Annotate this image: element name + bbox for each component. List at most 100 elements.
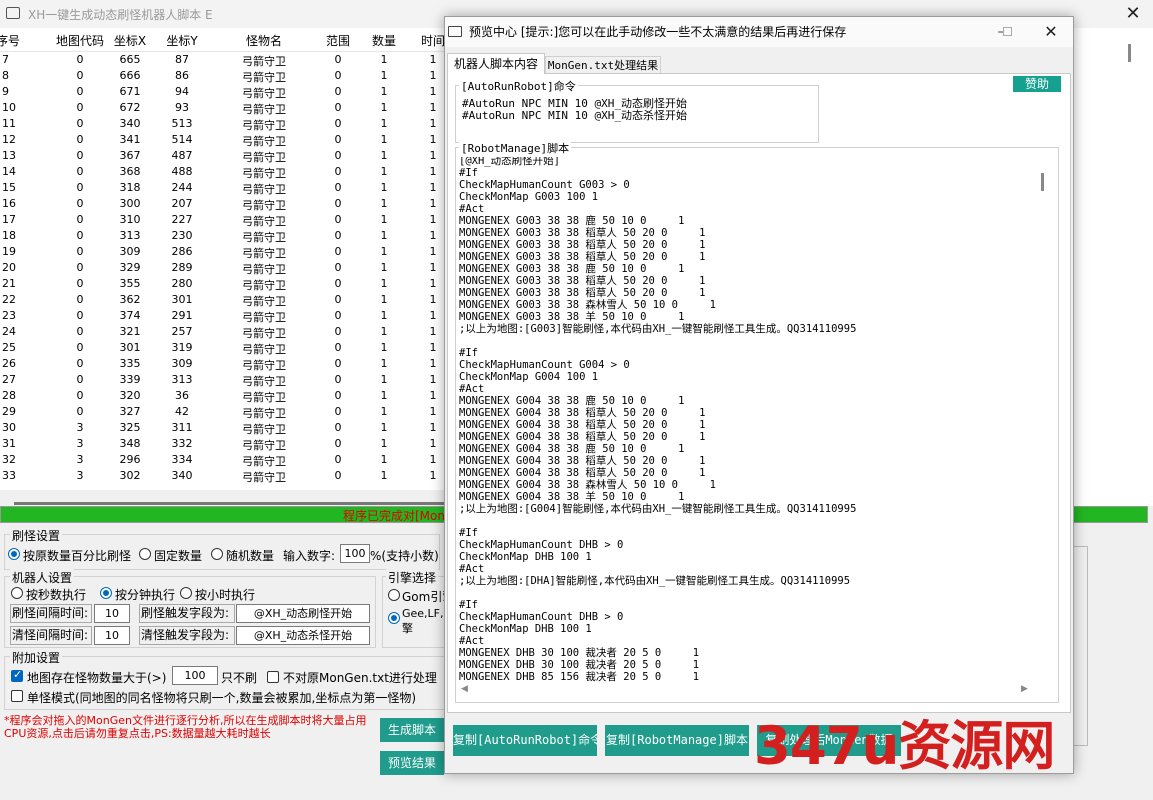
radio-fixed[interactable] xyxy=(139,548,151,560)
table-cell: 28 xyxy=(2,389,16,402)
table-cell: 1 xyxy=(380,165,388,178)
table-row[interactable]: 26 0 335 309 弓箭守卫 0 1 1 xyxy=(0,356,444,372)
table-row[interactable]: 15 0 318 244 弓箭守卫 0 1 1 xyxy=(0,180,444,196)
table-row[interactable]: 25 0 301 319 弓箭守卫 0 1 1 xyxy=(0,340,444,356)
table-cell: 弓箭守卫 xyxy=(242,311,286,324)
table-row[interactable]: 7 0 665 87 弓箭守卫 0 1 1 xyxy=(0,52,444,68)
table-cell: 0 xyxy=(76,213,84,226)
table-row[interactable]: 31 3 348 332 弓箭守卫 0 1 1 xyxy=(0,436,444,452)
radio-hours[interactable] xyxy=(180,587,192,599)
table-row[interactable]: 12 0 341 514 弓箭守卫 0 1 1 xyxy=(0,132,444,148)
table-cell: 0 xyxy=(76,277,84,290)
table-cell: 弓箭守卫 xyxy=(242,247,286,260)
table-cell: 87 xyxy=(175,53,189,66)
table-row[interactable]: 27 0 339 313 弓箭守卫 0 1 1 xyxy=(0,372,444,388)
dialog-close-icon[interactable]: ✕ xyxy=(1039,21,1063,43)
table-cell: 1 xyxy=(380,181,388,194)
table-cell: 1 xyxy=(380,197,388,210)
copy-autorun-button[interactable]: 复制[AutoRunRobot]命令 xyxy=(453,725,597,756)
table-row[interactable]: 11 0 340 513 弓箭守卫 0 1 1 xyxy=(0,116,444,132)
table-row[interactable]: 20 0 329 289 弓箭守卫 0 1 1 xyxy=(0,260,444,276)
table-row[interactable]: 16 0 300 207 弓箭守卫 0 1 1 xyxy=(0,196,444,212)
table-cell: 321 xyxy=(119,325,141,338)
main-close-icon[interactable]: ✕ xyxy=(1118,4,1148,24)
table-row[interactable]: 14 0 368 488 弓箭守卫 0 1 1 xyxy=(0,164,444,180)
robotmanage-textarea[interactable]: [@XH_动态刷怪开始] #If CheckMapHumanCount G003… xyxy=(457,157,1051,683)
table-cell: 0 xyxy=(76,245,84,258)
radio-minutes[interactable] xyxy=(100,587,112,599)
radio-fixed-label: 固定数量 xyxy=(154,549,203,563)
table-cell: 1 xyxy=(429,437,437,450)
table-cell: 弓箭守卫 xyxy=(242,183,286,196)
scroll-left-icon[interactable]: ◀ xyxy=(461,684,468,694)
no-process-label: 不对原MonGen.txt进行处理 xyxy=(283,671,437,685)
table-cell: 0 xyxy=(334,309,342,322)
clear-interval-input[interactable]: 10 xyxy=(94,626,130,645)
table-row[interactable]: 32 3 296 334 弓箭守卫 0 1 1 xyxy=(0,452,444,468)
scroll-right-icon[interactable]: ▶ xyxy=(1021,684,1028,694)
table-row[interactable]: 28 0 320 36 弓箭守卫 0 1 1 xyxy=(0,388,444,404)
single-mode-checkbox[interactable] xyxy=(11,690,23,702)
refresh-trigger-input[interactable]: @XH_动态刷怪开始 xyxy=(236,604,370,623)
table-cell: 0 xyxy=(76,69,84,82)
generate-script-button[interactable]: 生成脚本 xyxy=(380,718,444,742)
radio-gom[interactable] xyxy=(388,589,400,601)
column-header[interactable]: 地图代码 xyxy=(44,32,116,49)
column-header[interactable]: 数量 xyxy=(364,32,404,49)
script-scrollbar-thumb[interactable] xyxy=(1041,173,1044,191)
table-cell: 0 xyxy=(334,85,342,98)
no-process-checkbox[interactable] xyxy=(267,671,279,683)
table-row[interactable]: 18 0 313 230 弓箭守卫 0 1 1 xyxy=(0,228,444,244)
table-row[interactable]: 24 0 321 257 弓箭守卫 0 1 1 xyxy=(0,324,444,340)
tab-mongen-result[interactable]: MonGen.txt处理结果 xyxy=(545,56,661,74)
table-cell: 1 xyxy=(380,213,388,226)
table-cell: 3 xyxy=(76,437,84,450)
column-header[interactable]: 时间 xyxy=(418,32,444,49)
table-cell: 286 xyxy=(171,245,193,258)
table-cell: 341 xyxy=(119,133,141,146)
table-row[interactable]: 29 0 327 42 弓箭守卫 0 1 1 xyxy=(0,404,444,420)
number-input[interactable]: 100 xyxy=(340,544,370,563)
table-cell: 0 xyxy=(334,405,342,418)
radio-percent[interactable] xyxy=(8,548,20,560)
column-header[interactable]: 序号 xyxy=(0,32,24,49)
vertical-scrollbar-thumb[interactable] xyxy=(1128,44,1131,62)
clear-trigger-input[interactable]: @XH_动态杀怪开始 xyxy=(236,626,370,645)
table-cell: 301 xyxy=(171,293,193,306)
copy-robotmanage-button[interactable]: 复制[RobotManage]脚本 xyxy=(605,725,749,756)
skip-refresh-checkbox[interactable] xyxy=(11,668,23,682)
radio-random[interactable] xyxy=(211,548,223,560)
table-row[interactable]: 22 0 362 301 弓箭守卫 0 1 1 xyxy=(0,292,444,308)
autorun-textarea[interactable]: #AutoRun NPC MIN 10 @XH_动态刷怪开始 #AutoRun … xyxy=(459,95,811,135)
table-row[interactable]: 10 0 672 93 弓箭守卫 0 1 1 xyxy=(0,100,444,116)
table-row[interactable]: 17 0 310 227 弓箭守卫 0 1 1 xyxy=(0,212,444,228)
table-row[interactable]: 9 0 671 94 弓箭守卫 0 1 1 xyxy=(0,84,444,100)
table-cell: 0 xyxy=(334,325,342,338)
table-scrollbar-thumb[interactable] xyxy=(14,502,444,505)
table-cell: 1 xyxy=(429,133,437,146)
table-cell: 339 xyxy=(119,373,141,386)
table-row[interactable]: 8 0 666 86 弓箭守卫 0 1 1 xyxy=(0,68,444,84)
table-cell: 36 xyxy=(175,389,189,402)
donate-button[interactable]: 赞助 xyxy=(1013,76,1061,92)
column-header[interactable]: 坐标X xyxy=(108,32,152,49)
column-header[interactable]: 怪物名 xyxy=(210,32,318,49)
radio-seconds[interactable] xyxy=(11,587,23,599)
skip-refresh-input[interactable]: 100 xyxy=(172,666,218,685)
table-row[interactable]: 21 0 355 280 弓箭守卫 0 1 1 xyxy=(0,276,444,292)
refresh-interval-input[interactable]: 10 xyxy=(94,604,130,623)
table-row[interactable]: 23 0 374 291 弓箭守卫 0 1 1 xyxy=(0,308,444,324)
column-header[interactable]: 坐标Y xyxy=(160,32,204,49)
column-header[interactable]: 范围 xyxy=(318,32,358,49)
tab-robot-script[interactable]: 机器人脚本内容 xyxy=(447,53,545,74)
radio-gee[interactable] xyxy=(388,612,400,624)
table-cell: 313 xyxy=(171,373,193,386)
table-row[interactable]: 13 0 367 487 弓箭守卫 0 1 1 xyxy=(0,148,444,164)
table-cell: 348 xyxy=(119,437,141,450)
preview-result-button[interactable]: 预览结果 xyxy=(380,751,444,775)
table-cell: 0 xyxy=(76,229,84,242)
table-cell: 230 xyxy=(171,229,193,242)
table-row[interactable]: 19 0 309 286 弓箭守卫 0 1 1 xyxy=(0,244,444,260)
table-row[interactable]: 30 3 325 311 弓箭守卫 0 1 1 xyxy=(0,420,444,436)
table-row[interactable]: 33 3 302 340 弓箭守卫 0 1 1 xyxy=(0,468,444,484)
